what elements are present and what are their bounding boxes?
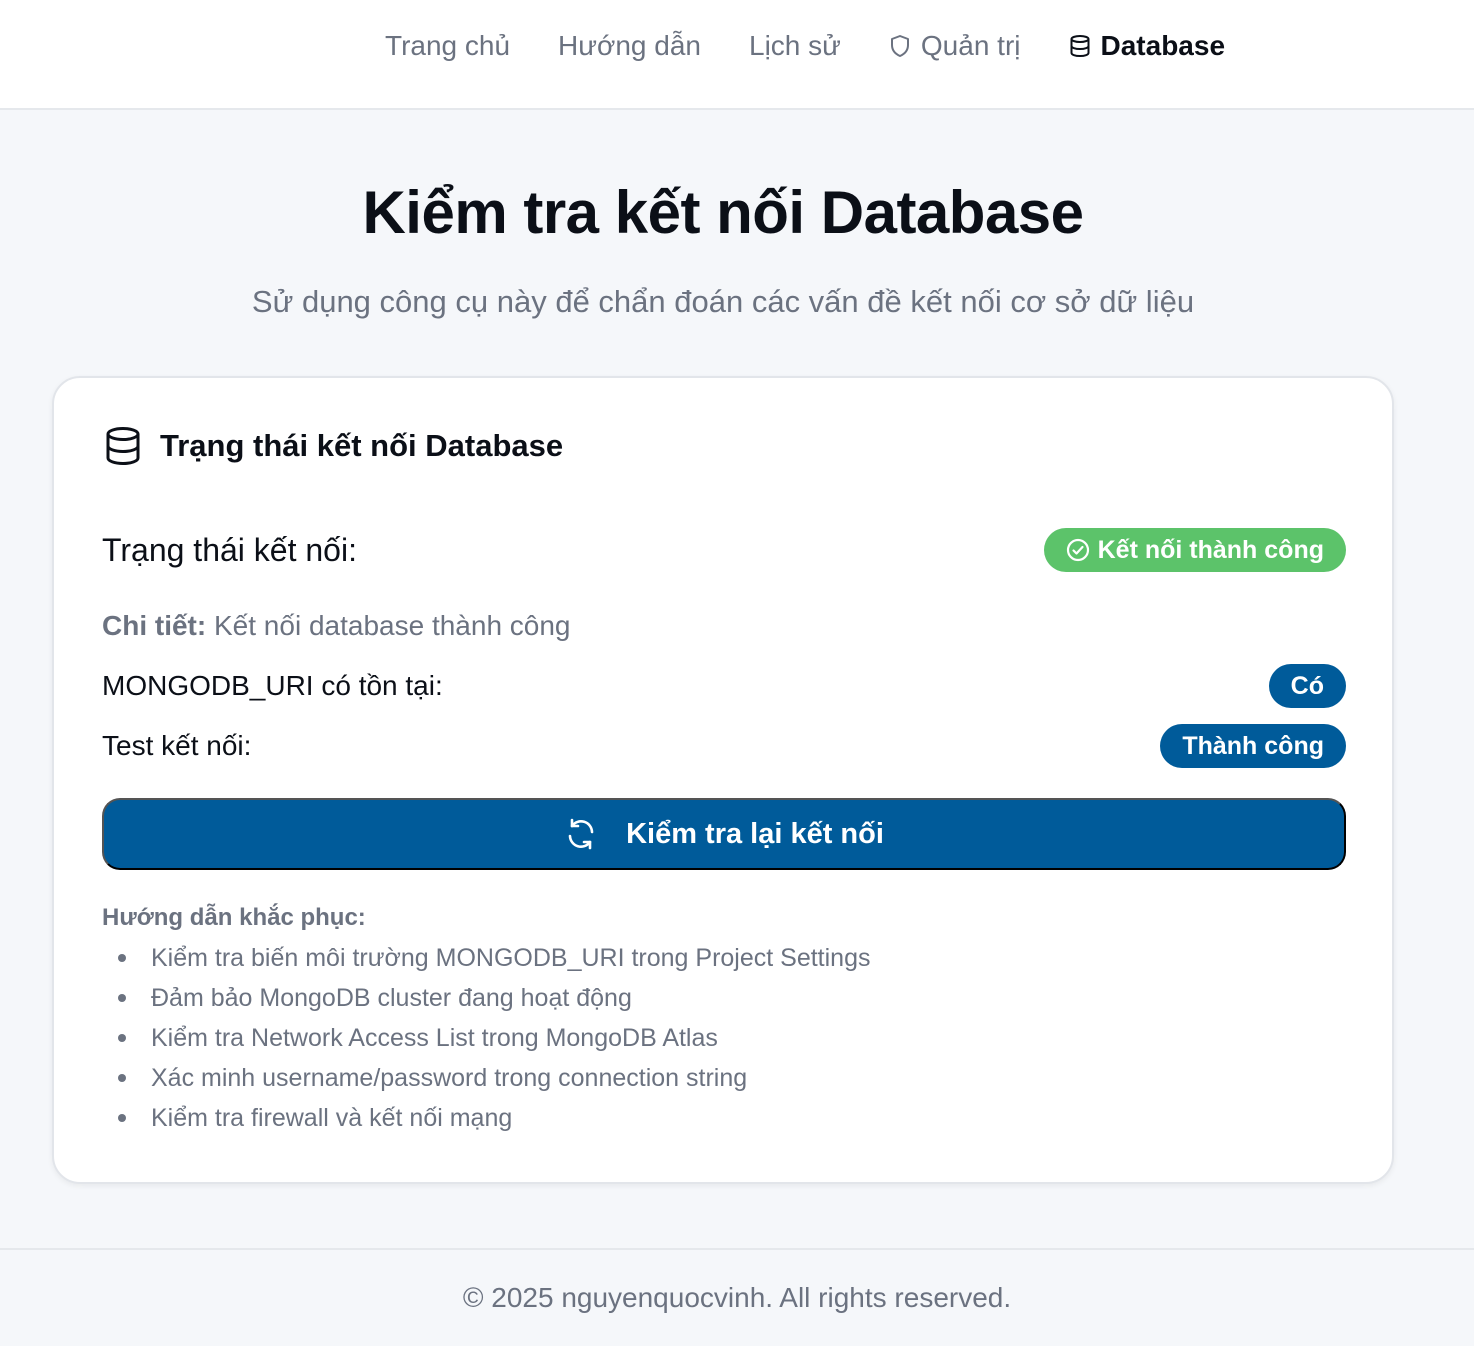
nav-item-label: Database [1100, 30, 1226, 61]
nav-item-label: Trang chủ [385, 30, 511, 61]
card-title: Trạng thái kết nối Database [160, 428, 564, 463]
bullet [118, 1114, 126, 1122]
guide-title: Hướng dẫn khắc phục: [102, 904, 366, 931]
nav-item-history[interactable]: Lịch sử [749, 30, 841, 62]
footer-text: © 2025 nguyenquocvinh. All rights reserv… [462, 1282, 1012, 1313]
list-item-text: Đảm bảo MongoDB cluster đang hoạt động [151, 983, 632, 1012]
detail-text: Chi tiết: Kết nối database thành công [102, 610, 571, 642]
status-badge: Kết nối thành công [1043, 528, 1346, 572]
nav-item-home[interactable]: Trang chủ [385, 30, 510, 62]
status-row: Trạng thái kết nối: Kết nối thành công [102, 528, 1346, 572]
nav-item-label: Hướng dẫn [558, 30, 701, 61]
bullet [118, 954, 126, 962]
list-item: Kiểm tra Network Access List trong Mongo… [102, 1018, 870, 1058]
nav-item-guide[interactable]: Hướng dẫn [558, 30, 701, 62]
list-item: Đảm bảo MongoDB cluster đang hoạt động [102, 978, 870, 1018]
status-label: Trạng thái kết nối: [102, 531, 357, 568]
test-row: Test kết nối: Thành công [102, 724, 1346, 768]
check-circle-icon [1066, 538, 1090, 562]
test-label: Test kết nối: [102, 730, 252, 761]
detail-value: Kết nối database thành công [214, 610, 571, 641]
database-icon [1069, 34, 1091, 58]
uri-badge: Có [1268, 664, 1346, 708]
status-badge-label: Kết nối thành công [1097, 535, 1324, 564]
shield-icon [889, 34, 911, 58]
page-footer: © 2025 nguyenquocvinh. All rights reserv… [0, 1248, 1474, 1346]
uri-row: MONGODB_URI có tồn tại: Có [102, 664, 1346, 708]
nav-item-label: Lịch sử [749, 30, 841, 61]
list-item-text: Xác minh username/password trong connect… [151, 1063, 748, 1092]
nav-item-label: Quản trị [920, 30, 1021, 61]
bullet [118, 994, 126, 1002]
retest-button-label: Kiểm tra lại kết nối [626, 817, 884, 850]
guide-list: Kiểm tra biến môi trường MONGODB_URI tro… [102, 938, 870, 1138]
nav-menu: Trang chủ Hướng dẫn Lịch sử Quản trị Dat… [385, 26, 1225, 66]
list-item-text: Kiểm tra Network Access List trong Mongo… [151, 1023, 718, 1052]
list-item: Xác minh username/password trong connect… [102, 1058, 870, 1098]
nav-item-admin[interactable]: Quản trị [889, 30, 1021, 62]
list-item: Kiểm tra firewall và kết nối mạng [102, 1098, 870, 1138]
database-icon [104, 426, 142, 466]
list-item-text: Kiểm tra firewall và kết nối mạng [151, 1103, 513, 1132]
bullet [118, 1034, 126, 1042]
nav-item-database[interactable]: Database [1069, 30, 1226, 62]
detail-label: Chi tiết: [102, 610, 207, 641]
refresh-icon [564, 817, 598, 851]
page-subtitle: Sử dụng công cụ này để chẩn đoán các vấn… [251, 284, 1195, 319]
card-header: Trạng thái kết nối Database [104, 426, 563, 466]
uri-label: MONGODB_URI có tồn tại: [102, 670, 443, 701]
test-badge: Thành công [1160, 724, 1346, 768]
bullet [118, 1074, 126, 1082]
top-navbar: Trang chủ Hướng dẫn Lịch sử Quản trị Dat… [0, 0, 1474, 110]
page-title: Kiểm tra kết nối Database [362, 179, 1084, 246]
list-item-text: Kiểm tra biến môi trường MONGODB_URI tro… [151, 943, 871, 972]
list-item: Kiểm tra biến môi trường MONGODB_URI tro… [102, 938, 870, 978]
retest-button[interactable]: Kiểm tra lại kết nối [102, 798, 1346, 870]
connection-status-card: Trạng thái kết nối Database Trạng thái k… [52, 376, 1394, 1184]
